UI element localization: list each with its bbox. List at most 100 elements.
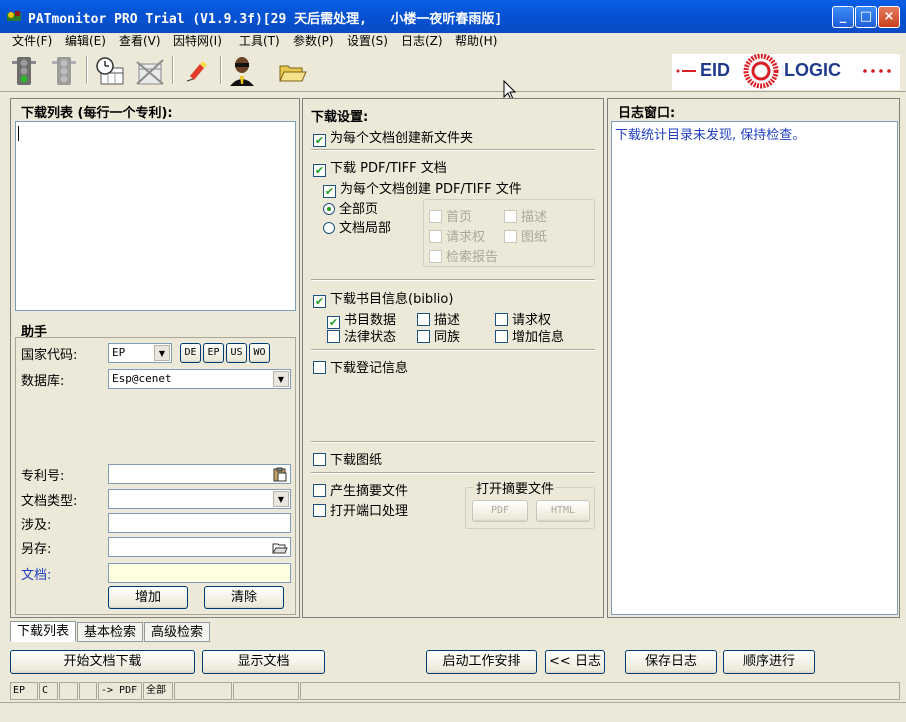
download-register-checkbox[interactable]: 下载登记信息 <box>313 357 408 376</box>
title-bar[interactable]: PATmonitor PRO Trial (V1.9.3f)[29 天后需处理,… <box>0 0 906 33</box>
new-folder-checkbox[interactable]: ✔ 为每个文档创建新文件夹 <box>313 127 473 147</box>
open-html-button[interactable]: HTML <box>536 500 590 522</box>
doc-parts-group: 首页 描述 请求权 图纸 检索报告 <box>423 199 595 267</box>
status-progress-area <box>300 682 900 700</box>
checkbox-icon[interactable] <box>327 330 340 343</box>
start-schedule-button[interactable]: 启动工作安排 <box>426 650 537 674</box>
part-search-report-checkbox[interactable]: 检索报告 <box>429 246 498 265</box>
checkbox-icon[interactable] <box>313 453 326 466</box>
divider <box>311 349 595 351</box>
checkbox-icon[interactable] <box>429 210 442 223</box>
open-folder-icon[interactable] <box>272 540 288 555</box>
checkbox-icon[interactable] <box>429 230 442 243</box>
part-first-page-checkbox[interactable]: 首页 <box>429 206 472 225</box>
biblio-additional-checkbox[interactable]: 增加信息 <box>495 326 564 345</box>
patent-number-input[interactable] <box>108 464 291 484</box>
save-log-button[interactable]: 保存日志 <box>625 650 717 674</box>
checkbox-icon[interactable] <box>417 330 430 343</box>
menu-settings[interactable]: 设置(S) <box>347 33 388 50</box>
sequential-button[interactable]: 顺序进行 <box>723 650 815 674</box>
menu-help[interactable]: 帮助(H) <box>455 33 497 50</box>
close-button[interactable]: × <box>878 6 900 28</box>
checkbox-icon[interactable] <box>313 484 326 497</box>
start-download-button[interactable]: 开始文档下载 <box>10 650 195 674</box>
traffic-light-go-icon[interactable] <box>8 54 40 88</box>
tab-basic-search[interactable]: 基本检索 <box>77 622 143 642</box>
part-description-checkbox[interactable]: 描述 <box>504 206 547 225</box>
biblio-family-checkbox[interactable]: 同族 <box>417 326 460 345</box>
checkbox-icon[interactable] <box>417 313 430 326</box>
pdf-per-doc-label: 为每个文档创建 PDF/TIFF 文件 <box>340 182 522 197</box>
checkbox-icon[interactable] <box>313 504 326 517</box>
country-wo-button[interactable]: WO <box>249 343 270 363</box>
database-value: Esp@cenet <box>112 372 172 385</box>
document-type-select[interactable]: ▼ <box>108 489 291 509</box>
download-list-textarea[interactable] <box>15 121 296 311</box>
database-select[interactable]: Esp@cenet ▼ <box>108 369 291 389</box>
app-icon <box>7 11 21 21</box>
checkmark-icon[interactable]: ✔ <box>313 134 326 147</box>
calendar-crossed-icon[interactable] <box>134 54 166 88</box>
checkmark-icon[interactable]: ✔ <box>323 185 336 198</box>
checkbox-icon[interactable] <box>429 250 442 263</box>
biblio-legal-status-checkbox[interactable]: 法律状态 <box>327 326 396 345</box>
clock-calendar-icon[interactable] <box>94 54 126 88</box>
menu-view[interactable]: 查看(V) <box>119 33 161 50</box>
clipboard-icon[interactable] <box>272 467 288 482</box>
generate-abstract-checkbox[interactable]: 产生摘要文件 <box>313 480 408 499</box>
checkbox-icon[interactable] <box>495 313 508 326</box>
save-as-input[interactable] <box>108 537 291 557</box>
checkbox-icon[interactable] <box>504 210 517 223</box>
part-drawings-checkbox[interactable]: 图纸 <box>504 226 547 245</box>
tab-advanced-search[interactable]: 高级检索 <box>144 622 210 642</box>
tab-download-list[interactable]: 下载列表 <box>10 621 76 642</box>
app-window: PATmonitor PRO Trial (V1.9.3f)[29 天后需处理,… <box>0 0 906 722</box>
pdf-per-doc-checkbox[interactable]: ✔ 为每个文档创建 PDF/TIFF 文件 <box>323 178 522 198</box>
part-drawings-label: 图纸 <box>521 230 548 245</box>
all-pages-radio[interactable]: 全部页 <box>323 198 378 217</box>
checkmark-icon[interactable]: ✔ <box>313 295 326 308</box>
menu-tools[interactable]: 工具(T) <box>239 33 280 50</box>
country-code-select[interactable]: EP ▼ <box>108 343 172 363</box>
menu-log[interactable]: 日志(Z) <box>401 33 443 50</box>
download-drawings-checkbox[interactable]: 下载图纸 <box>313 449 382 468</box>
document-input[interactable] <box>108 563 291 583</box>
chevron-down-icon[interactable]: ▼ <box>273 371 289 387</box>
download-pdf-checkbox[interactable]: ✔ 下载 PDF/TIFF 文档 <box>313 157 447 177</box>
checkbox-icon[interactable] <box>495 330 508 343</box>
part-claims-checkbox[interactable]: 请求权 <box>429 226 485 245</box>
involves-input[interactable] <box>108 513 291 533</box>
menu-file[interactable]: 文件(F) <box>12 33 52 50</box>
download-biblio-checkbox[interactable]: ✔ 下载书目信息(biblio) <box>313 288 453 308</box>
maximize-button[interactable]: □ <box>855 6 877 28</box>
checkmark-icon[interactable]: ✔ <box>313 164 326 177</box>
radio-selected-icon[interactable] <box>323 203 335 215</box>
save-as-label: 另存: <box>21 542 52 557</box>
traffic-light-stop-icon[interactable] <box>48 54 80 88</box>
checkbox-icon[interactable] <box>504 230 517 243</box>
clear-button[interactable]: 清除 <box>204 586 284 609</box>
doc-part-radio[interactable]: 文档局部 <box>323 217 391 236</box>
chevron-down-icon[interactable]: ▼ <box>154 345 170 361</box>
involves-label: 涉及: <box>21 518 52 533</box>
add-button[interactable]: 增加 <box>108 586 188 609</box>
status-range: 全部 <box>143 682 173 700</box>
log-textarea[interactable]: 下载统计目录未发现, 保持检查。 <box>611 121 898 615</box>
checkbox-icon[interactable] <box>313 361 326 374</box>
highlighter-icon[interactable] <box>180 54 212 88</box>
country-us-button[interactable]: US <box>226 343 247 363</box>
menu-internet[interactable]: 因特网(I) <box>173 33 222 50</box>
log-toggle-button[interactable]: << 日志 <box>545 650 605 674</box>
open-pdf-button[interactable]: PDF <box>472 500 528 522</box>
agent-icon[interactable] <box>226 54 258 88</box>
menu-edit[interactable]: 编辑(E) <box>65 33 106 50</box>
country-ep-button[interactable]: EP <box>203 343 224 363</box>
show-document-button[interactable]: 显示文档 <box>202 650 325 674</box>
minimize-button[interactable]: _ <box>832 6 854 28</box>
folder-open-icon[interactable] <box>276 54 308 88</box>
menu-params[interactable]: 参数(P) <box>293 33 334 50</box>
chevron-down-icon[interactable]: ▼ <box>273 491 289 507</box>
country-de-button[interactable]: DE <box>180 343 201 363</box>
radio-icon[interactable] <box>323 222 335 234</box>
open-port-checkbox[interactable]: 打开端口处理 <box>313 500 408 519</box>
